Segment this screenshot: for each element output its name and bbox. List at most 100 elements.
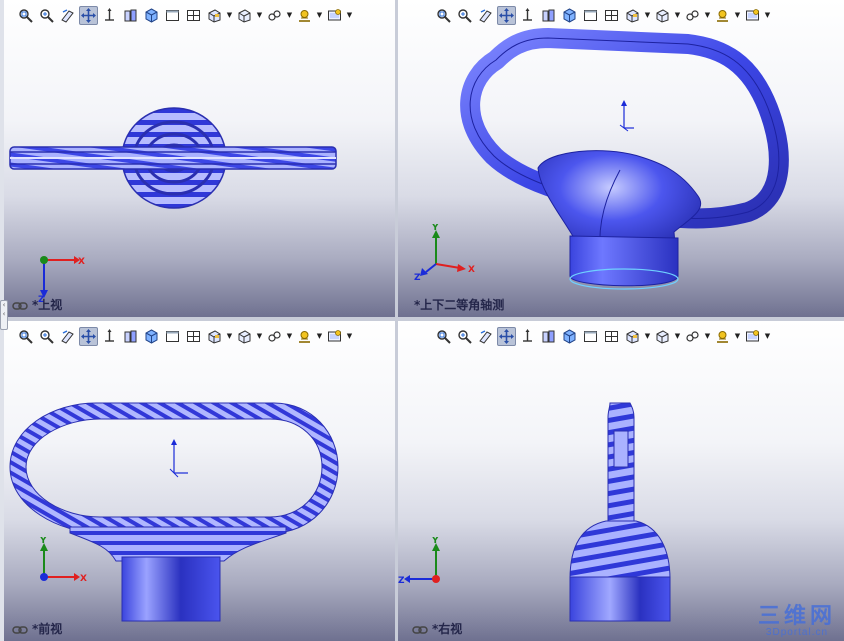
view-settings-icon (328, 329, 341, 341)
zoom-to-fit-button[interactable] (16, 327, 35, 346)
pan-button[interactable] (497, 326, 516, 346)
rotate-view-button[interactable] (518, 6, 537, 25)
hide-show-items-icon (238, 329, 251, 344)
dropdown-arrow-icon[interactable]: ▼ (734, 6, 741, 25)
pan-button[interactable] (79, 326, 98, 346)
dropdown-arrow-icon[interactable]: ▼ (644, 6, 651, 25)
section-view-button[interactable] (121, 327, 140, 346)
watermark-logo: 三维网 3Dportal.cn (758, 605, 836, 639)
zoom-to-fit-button[interactable] (434, 327, 453, 346)
rotate-view-button[interactable] (100, 6, 119, 25)
view-orientation-button[interactable] (560, 6, 579, 25)
dropdown-arrow-icon[interactable]: ▼ (286, 6, 293, 25)
hide-show-items-button[interactable] (653, 327, 672, 346)
view-settings-button[interactable] (325, 327, 344, 346)
dropdown-arrow-icon[interactable]: ▼ (764, 327, 771, 346)
panel-collapse-handle[interactable]: ‹ ‹ (0, 300, 8, 330)
rotate-view-button[interactable] (518, 327, 537, 346)
zoom-to-area-button[interactable] (37, 6, 56, 25)
four-view-button[interactable] (602, 327, 621, 346)
four-view-button[interactable] (184, 6, 203, 25)
horizontal-splitter[interactable] (0, 317, 844, 321)
display-style-icon (208, 8, 221, 23)
vertical-splitter[interactable] (395, 0, 398, 641)
link-views-icon[interactable] (12, 301, 28, 311)
section-view-button[interactable] (121, 6, 140, 25)
rotate-view-button[interactable] (100, 327, 119, 346)
edit-appearance-button[interactable] (265, 327, 284, 346)
dropdown-arrow-icon[interactable]: ▼ (346, 6, 353, 25)
single-view-button[interactable] (163, 327, 182, 346)
dropdown-arrow-icon[interactable]: ▼ (734, 327, 741, 346)
dropdown-arrow-icon[interactable]: ▼ (226, 327, 233, 346)
section-view-button[interactable] (539, 6, 558, 25)
dropdown-arrow-icon[interactable]: ▼ (644, 327, 651, 346)
rotate-view-icon (105, 7, 114, 21)
dropdown-arrow-icon[interactable]: ▼ (674, 327, 681, 346)
display-style-button[interactable] (623, 327, 642, 346)
view-orientation-button[interactable] (142, 6, 161, 25)
dropdown-arrow-icon[interactable]: ▼ (286, 327, 293, 346)
pan-button[interactable] (79, 5, 98, 25)
previous-view-button[interactable] (58, 327, 77, 346)
four-view-icon (187, 9, 200, 21)
view-label: *上视 (32, 298, 63, 312)
section-view-button[interactable] (539, 327, 558, 346)
viewport-isometric[interactable]: ▼ ▼ ▼ ▼ ▼ Y X Z *上下二等角轴测 (398, 0, 844, 317)
view-settings-button[interactable] (743, 327, 762, 346)
pan-icon (499, 328, 514, 344)
apply-scene-button[interactable] (295, 6, 314, 25)
link-views-icon[interactable] (412, 625, 428, 635)
previous-view-button[interactable] (476, 6, 495, 25)
view-toolbar: ▼ ▼ ▼ ▼ ▼ (16, 325, 353, 347)
single-view-button[interactable] (581, 327, 600, 346)
link-views-icon[interactable] (12, 625, 28, 635)
display-style-button[interactable] (205, 327, 224, 346)
dropdown-arrow-icon[interactable]: ▼ (316, 327, 323, 346)
viewport-front[interactable]: ▼ ▼ ▼ ▼ ▼ Y X *前视 (4, 321, 395, 641)
apply-scene-button[interactable] (713, 6, 732, 25)
edit-appearance-button[interactable] (683, 327, 702, 346)
dropdown-arrow-icon[interactable]: ▼ (316, 6, 323, 25)
edit-appearance-button[interactable] (265, 6, 284, 25)
viewport-top[interactable]: ▼ ▼ ▼ ▼ ▼ X Z *上视 (4, 0, 395, 317)
zoom-to-fit-button[interactable] (434, 6, 453, 25)
view-orientation-button[interactable] (142, 327, 161, 346)
viewport-right[interactable]: ▼ ▼ ▼ ▼ ▼ Y Z *右视 三维网 3Dportal.cn (398, 321, 844, 641)
apply-scene-button[interactable] (713, 327, 732, 346)
zoom-to-area-button[interactable] (455, 327, 474, 346)
previous-view-button[interactable] (476, 327, 495, 346)
hide-show-items-button[interactable] (653, 6, 672, 25)
edit-appearance-button[interactable] (683, 6, 702, 25)
previous-view-button[interactable] (58, 6, 77, 25)
dropdown-arrow-icon[interactable]: ▼ (704, 6, 711, 25)
zoom-to-area-button[interactable] (455, 6, 474, 25)
view-orientation-icon (563, 7, 576, 23)
view-settings-button[interactable] (743, 6, 762, 25)
pan-button[interactable] (497, 5, 516, 25)
hide-show-items-button[interactable] (235, 327, 254, 346)
display-style-button[interactable] (623, 6, 642, 25)
dropdown-arrow-icon[interactable]: ▼ (764, 6, 771, 25)
zoom-to-area-icon (40, 329, 54, 344)
dropdown-arrow-icon[interactable]: ▼ (346, 327, 353, 346)
display-style-button[interactable] (205, 6, 224, 25)
dropdown-arrow-icon[interactable]: ▼ (704, 327, 711, 346)
apply-scene-icon (299, 330, 310, 343)
view-orientation-button[interactable] (560, 327, 579, 346)
dropdown-arrow-icon[interactable]: ▼ (674, 6, 681, 25)
single-view-button[interactable] (163, 6, 182, 25)
zoom-to-fit-button[interactable] (16, 6, 35, 25)
apply-scene-button[interactable] (295, 327, 314, 346)
view-settings-button[interactable] (325, 6, 344, 25)
single-view-button[interactable] (581, 6, 600, 25)
dropdown-arrow-icon[interactable]: ▼ (256, 6, 263, 25)
axis-x-label: X (80, 574, 87, 584)
dropdown-arrow-icon[interactable]: ▼ (226, 6, 233, 25)
four-view-button[interactable] (602, 6, 621, 25)
hide-show-items-button[interactable] (235, 6, 254, 25)
zoom-to-area-button[interactable] (37, 327, 56, 346)
dropdown-arrow-icon[interactable]: ▼ (256, 327, 263, 346)
zoom-to-fit-icon (437, 329, 451, 344)
four-view-button[interactable] (184, 327, 203, 346)
